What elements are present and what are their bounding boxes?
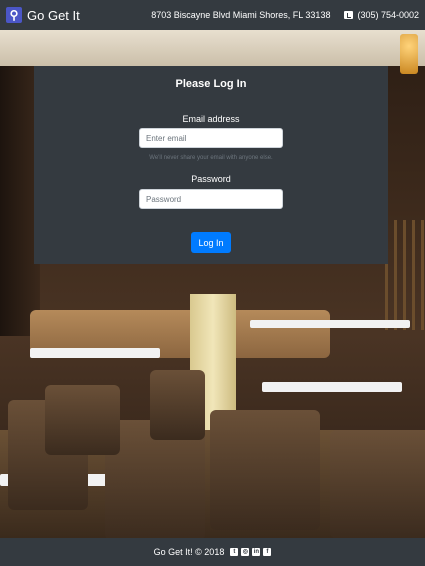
dining-table — [262, 382, 402, 392]
phone-text[interactable]: (305) 754-0002 — [357, 10, 419, 20]
contact-info: 8703 Biscayne Blvd Miami Shores, FL 3313… — [34, 10, 419, 264]
address-text: 8703 Biscayne Blvd Miami Shores, FL 3313… — [151, 10, 331, 20]
top-navbar: ⚲ Go Get It 8703 Biscayne Blvd Miami Sho… — [0, 0, 425, 264]
password-label: Password — [191, 174, 231, 184]
password-input[interactable] — [139, 189, 283, 209]
phone-icon — [344, 11, 354, 19]
brand-link[interactable]: ⚲ Go Get It — [6, 7, 80, 23]
chair — [210, 410, 320, 530]
facebook-icon[interactable]: f — [263, 548, 272, 556]
linkedin-icon[interactable]: in — [252, 548, 261, 556]
lamp — [400, 34, 418, 74]
instagram-icon[interactable]: ◎ — [241, 548, 250, 556]
chair — [330, 430, 425, 538]
login-form: Please Log In Email address We'll never … — [34, 66, 388, 264]
email-help-text: We'll never share your email with anyone… — [149, 155, 273, 161]
login-title: Please Log In — [175, 78, 247, 90]
footer: Go Get It! © 2018 t ◎ in f — [0, 538, 425, 566]
copyright-text: Go Get It! © 2018 — [153, 547, 225, 557]
chair — [45, 385, 120, 455]
staircase-rail — [385, 220, 425, 330]
running-person-logo-icon: ⚲ — [6, 7, 22, 23]
email-input[interactable] — [139, 128, 283, 148]
dining-table — [30, 348, 160, 358]
ceiling — [0, 30, 425, 66]
brand-name: Go Get It — [27, 7, 80, 23]
twitter-icon[interactable]: t — [230, 548, 239, 556]
chair — [150, 370, 205, 440]
login-button[interactable]: Log In — [191, 232, 231, 253]
email-label: Email address — [182, 114, 240, 124]
social-links: t ◎ in f — [230, 548, 272, 556]
dining-table — [250, 320, 410, 328]
